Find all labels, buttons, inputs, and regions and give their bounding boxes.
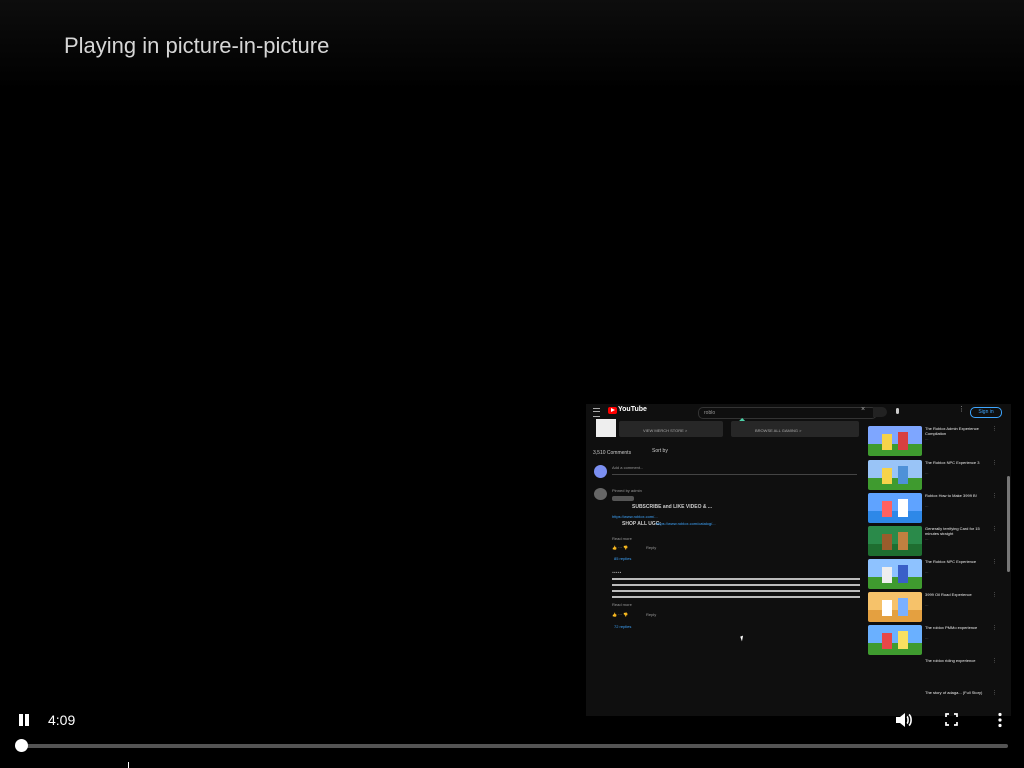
cursor-tick <box>128 762 129 768</box>
youtube-logo-text: YouTube <box>618 406 647 413</box>
menu-icon[interactable] <box>593 408 600 417</box>
rec-thumbnail <box>868 493 922 523</box>
rec-item[interactable]: 3999 Oil Road Experience ⋅⋅⋅ ⋮ <box>868 592 1008 622</box>
pinned-link2[interactable]: https://www.roblox.com/catalog/... <box>656 521 716 526</box>
merch-card[interactable]: VIEW MERCH STORE > <box>619 421 723 437</box>
comment-text-line <box>612 584 860 586</box>
clear-search-icon[interactable]: × <box>861 406 865 413</box>
rec-title: 3999 Oil Road Experience <box>925 592 972 597</box>
user-avatar <box>594 465 607 478</box>
rec-item[interactable]: The roblox PMMo experience ⋅⋅⋅ ⋮ <box>868 625 1008 655</box>
rec-item[interactable]: Roblox How to Make 3999 B! ⋅⋅⋅ ⋮ <box>868 493 1008 523</box>
pinned-link1[interactable]: https://www.roblox.com/... <box>612 514 658 519</box>
fullscreen-icon[interactable] <box>945 713 958 726</box>
rec-more-icon[interactable]: ⋮ <box>992 460 997 466</box>
rec-item[interactable]: Generally terrifying Card for 15 minutes… <box>868 526 1008 556</box>
comment-text-line <box>612 578 860 580</box>
seek-bar[interactable] <box>22 744 1008 748</box>
rec-meta: ⋅⋅⋅ <box>925 604 929 608</box>
rec-more-icon[interactable]: ⋮ <box>992 526 997 532</box>
rec-meta: ⋅⋅⋅ <box>925 571 929 575</box>
pinned-replies-button[interactable]: 85 replies <box>614 556 631 561</box>
pip-window[interactable]: YouTube roblo × ⋮ Sign in VIEW MERCH STO… <box>586 404 1011 716</box>
rec-meta: ⋅⋅⋅ <box>925 538 929 542</box>
rec-meta: ⋅⋅⋅ <box>925 505 929 509</box>
rec-more-icon[interactable]: ⋮ <box>992 493 997 499</box>
mouse-cursor <box>740 635 745 642</box>
youtube-header: YouTube roblo × ⋮ Sign in <box>586 404 1011 420</box>
rec-meta: ⋅⋅⋅ <box>925 438 929 442</box>
pinned-reply-button[interactable]: Reply <box>646 545 656 550</box>
second-commenter-name: ⋅⋅⋅⋅⋅ <box>612 570 622 576</box>
rec-item[interactable]: The Roblox Admin Experience Compilation … <box>868 426 1008 456</box>
rec-thumbnail <box>868 460 922 490</box>
commenter-avatar <box>594 488 607 500</box>
search-input[interactable]: roblo <box>698 407 877 419</box>
rec-item[interactable]: The story of adaga... (Full Story) ⋮ <box>868 690 1008 716</box>
gaming-card[interactable]: BROWSE ALL GAMING > <box>731 421 859 437</box>
rec-item[interactable]: The Roblox NPC Experience ⋅⋅⋅ ⋮ <box>868 559 1008 589</box>
sort-button[interactable]: Sort by <box>652 448 668 454</box>
merch-card-label: VIEW MERCH STORE > <box>643 428 688 433</box>
second-read-more[interactable]: Read more <box>612 602 632 607</box>
pip-scrollbar[interactable] <box>1007 476 1010 572</box>
mic-icon[interactable] <box>896 408 899 414</box>
sign-in-button[interactable]: Sign in <box>970 407 1002 418</box>
rec-title: The roblox PMMo experience <box>925 625 978 630</box>
rec-title: The Roblox NPC Experience <box>925 559 977 564</box>
pinned-like-icon[interactable]: 👍 ⋅⋅⋅ 👎 <box>612 545 628 550</box>
more-vert-icon[interactable] <box>993 712 1007 728</box>
current-time: 4:09 <box>48 712 76 728</box>
pinned-read-more[interactable]: Read more <box>612 536 632 541</box>
comment-text-line <box>612 596 860 598</box>
pinned-line1: SUBSCRIBE and LIKE VIDEO & ... <box>632 504 713 510</box>
youtube-logo-icon[interactable] <box>608 407 617 414</box>
rec-thumbnail <box>868 559 922 589</box>
rec-title: The story of adaga... (Full Story) <box>925 690 983 695</box>
rec-title: Roblox How to Make 3999 B! <box>925 493 977 498</box>
rec-item[interactable]: The roblox riding experience ⋮ <box>868 658 1008 688</box>
seek-knob[interactable] <box>15 739 28 752</box>
rec-item[interactable]: The Roblox NPC Experience 3 ⋅⋅⋅ ⋮ <box>868 460 1008 490</box>
rec-title: The Roblox Admin Experience Compilation <box>925 426 979 436</box>
rec-thumbnail <box>868 625 922 655</box>
rec-more-icon[interactable]: ⋮ <box>992 426 997 432</box>
rec-title: Generally terrifying Card for 15 minutes… <box>925 526 980 536</box>
rec-more-icon[interactable]: ⋮ <box>992 625 997 631</box>
gaming-card-label: BROWSE ALL GAMING > <box>755 428 802 433</box>
search-button[interactable] <box>873 407 887 417</box>
second-like-icon[interactable]: 👍 ⋅⋅⋅ 👎 <box>612 612 628 617</box>
volume-icon[interactable] <box>895 712 913 728</box>
rec-title: The roblox riding experience <box>925 658 976 663</box>
channel-thumbnail[interactable] <box>596 419 616 437</box>
author-badge <box>612 496 634 501</box>
rec-more-icon[interactable]: ⋮ <box>992 690 997 696</box>
second-replies-button[interactable]: 72 replies <box>614 624 631 629</box>
rec-thumbnail <box>868 426 922 456</box>
rec-more-icon[interactable]: ⋮ <box>992 559 997 565</box>
pip-message: Playing in picture-in-picture <box>64 33 330 58</box>
add-comment-input[interactable]: Add a comment... <box>612 465 643 470</box>
rec-thumbnail <box>868 592 922 622</box>
comment-text-line <box>612 590 860 592</box>
comment-count: 3,510 Comments <box>593 450 632 456</box>
rec-meta: ⋅⋅⋅ <box>925 472 929 476</box>
rec-meta: ⋅⋅⋅ <box>925 637 929 641</box>
comment-input-line <box>612 474 857 475</box>
more-vert-icon[interactable]: ⋮ <box>958 405 965 413</box>
pause-icon[interactable] <box>18 714 30 726</box>
rec-thumbnail <box>868 526 922 556</box>
rec-title: The Roblox NPC Experience 3 <box>925 460 980 465</box>
second-reply-button[interactable]: Reply <box>646 612 656 617</box>
rec-more-icon[interactable]: ⋮ <box>992 658 997 664</box>
rec-more-icon[interactable]: ⋮ <box>992 592 997 598</box>
pinned-label: Pinned by admin <box>612 488 642 493</box>
